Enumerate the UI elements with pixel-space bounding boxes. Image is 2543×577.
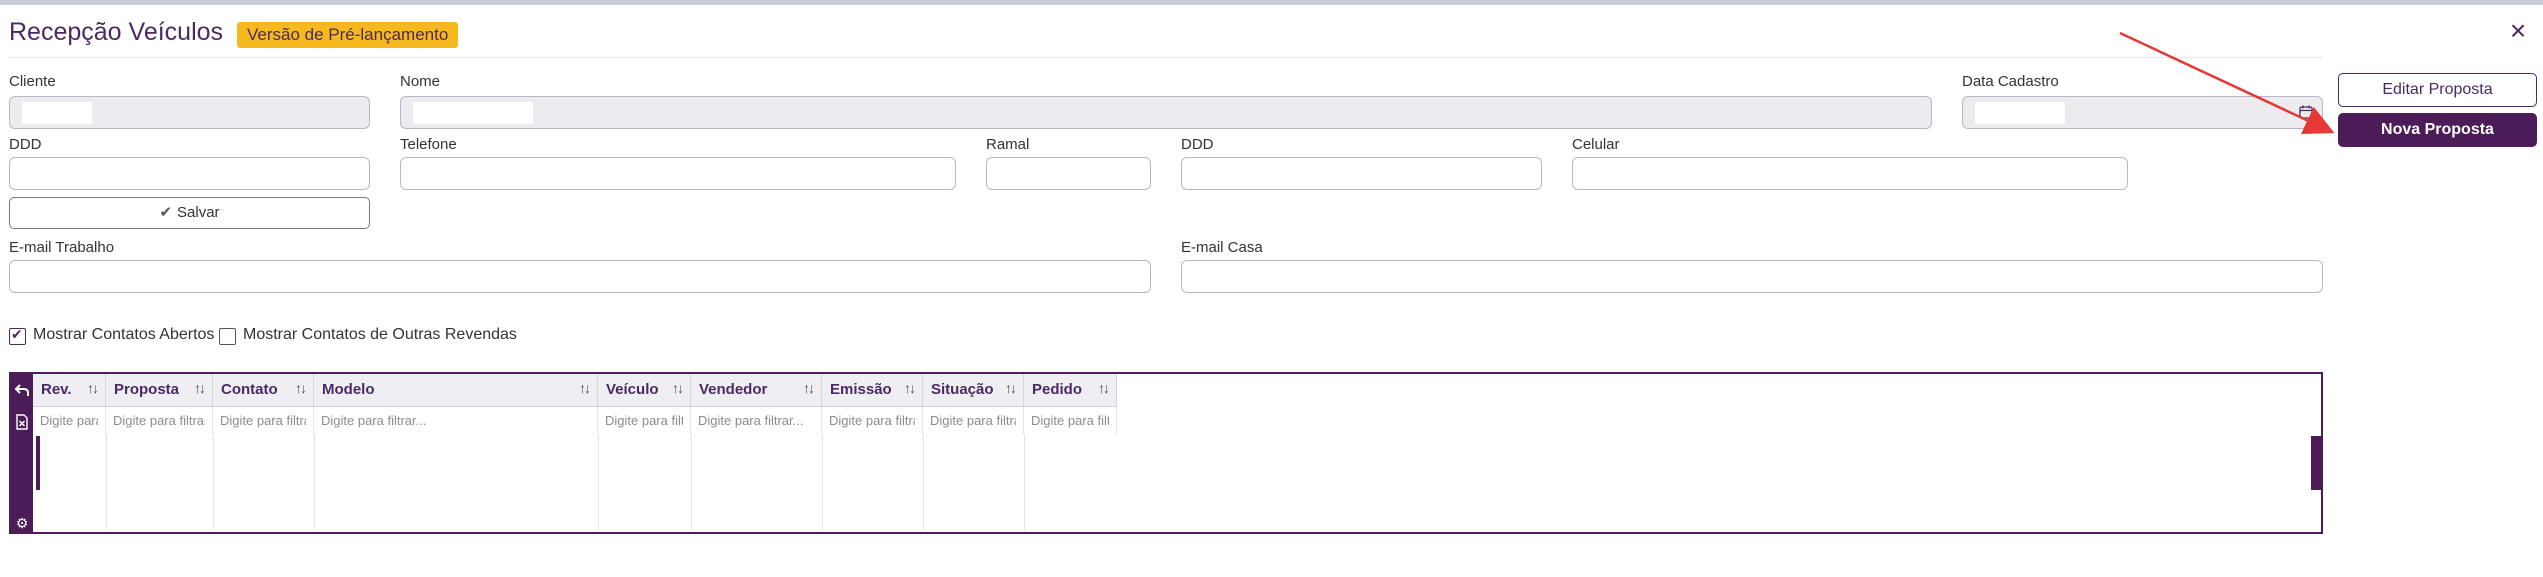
filter-emissao[interactable] — [822, 407, 923, 434]
mostrar-abertos-option[interactable]: Mostrar Contatos Abertos — [9, 326, 229, 348]
column-header-veiculo[interactable]: Veículo ↑↓ — [598, 374, 691, 407]
sort-icon[interactable]: ↑↓ — [87, 380, 99, 396]
sort-icon[interactable]: ↑↓ — [579, 380, 591, 396]
filter-modelo[interactable] — [314, 407, 598, 434]
cliente-label: Cliente — [9, 73, 56, 90]
column-header-emissao[interactable]: Emissão ↑↓ — [822, 374, 923, 407]
column-header-vendedor[interactable]: Vendedor ↑↓ — [691, 374, 822, 407]
close-icon[interactable]: × — [2503, 16, 2533, 46]
gear-icon[interactable]: ⚙ — [14, 515, 30, 531]
ramal-field[interactable] — [986, 157, 1151, 190]
grid-toolbar: ⚙ — [11, 374, 33, 532]
column-divider — [1024, 434, 1025, 530]
mostrar-outras-label: Mostrar Contatos de Outras Revendas — [243, 326, 517, 343]
undo-icon[interactable] — [14, 382, 30, 398]
sort-icon[interactable]: ↑↓ — [295, 380, 307, 396]
email-trabalho-field[interactable] — [9, 260, 1151, 293]
column-divider — [213, 434, 214, 530]
column-header-modelo[interactable]: Modelo ↑↓ — [314, 374, 598, 407]
filter-proposta[interactable] — [106, 407, 213, 434]
contacts-grid: ⚙ Rev. ↑↓ Proposta ↑↓ Contato ↑↓ Modelo ↑↓ V… — [9, 372, 2323, 534]
ddd-celular-field[interactable] — [1181, 157, 1542, 190]
column-header-situacao[interactable]: Situação ↑↓ — [923, 374, 1024, 407]
column-header-rev[interactable]: Rev. ↑↓ — [33, 374, 106, 407]
column-divider — [106, 434, 107, 530]
sort-icon[interactable]: ↑↓ — [1098, 380, 1110, 396]
mostrar-outras-option[interactable]: Mostrar Contatos de Outras Revendas — [219, 326, 519, 348]
mostrar-outras-checkbox[interactable] — [219, 328, 236, 345]
sort-icon[interactable]: ↑↓ — [194, 380, 206, 396]
column-divider — [691, 434, 692, 530]
sort-icon[interactable]: ↑↓ — [672, 380, 684, 396]
grid-vertical-scrollbar[interactable] — [2311, 436, 2321, 490]
filter-vendedor[interactable] — [691, 407, 822, 434]
email-casa-field[interactable] — [1181, 260, 2323, 293]
top-strip — [0, 0, 2543, 5]
grid-horizontal-scrollbar-left[interactable] — [36, 436, 40, 490]
salvar-button[interactable]: ✔ Salvar — [9, 197, 370, 229]
calendar-icon[interactable] — [2298, 104, 2314, 120]
nome-field[interactable] — [400, 96, 1932, 129]
column-divider — [923, 434, 924, 530]
filter-situacao[interactable] — [923, 407, 1024, 434]
filter-veiculo[interactable] — [598, 407, 691, 434]
email-trabalho-label: E-mail Trabalho — [9, 239, 115, 256]
celular-label: Celular — [1572, 136, 1620, 153]
column-header-contato[interactable]: Contato ↑↓ — [213, 374, 314, 407]
page-header: Recepção Veículos Versão de Pré-lançamen… — [0, 16, 2543, 58]
celular-field[interactable] — [1572, 157, 2128, 190]
cliente-field[interactable] — [9, 96, 370, 129]
redacted-value — [1975, 102, 2065, 124]
header-divider — [9, 57, 2323, 58]
ddd-field[interactable] — [9, 157, 370, 190]
salvar-label: Salvar — [177, 204, 220, 221]
redacted-value — [413, 102, 533, 124]
excel-export-icon[interactable] — [14, 414, 30, 430]
page-title: Recepção Veículos — [9, 18, 224, 46]
sort-icon[interactable]: ↑↓ — [1005, 380, 1017, 396]
column-divider — [822, 434, 823, 530]
redacted-value — [22, 102, 92, 124]
data-cadastro-label: Data Cadastro — [1962, 73, 2059, 90]
data-cadastro-field[interactable] — [1962, 96, 2323, 129]
ddd-celular-label: DDD — [1181, 136, 1214, 153]
column-header-proposta[interactable]: Proposta ↑↓ — [106, 374, 213, 407]
column-header-pedido[interactable]: Pedido ↑↓ — [1024, 374, 1117, 407]
column-divider — [598, 434, 599, 530]
email-casa-label: E-mail Casa — [1181, 239, 1263, 256]
filter-contato[interactable] — [213, 407, 314, 434]
column-divider — [314, 434, 315, 530]
nome-label: Nome — [400, 73, 441, 90]
filter-pedido[interactable] — [1024, 407, 1117, 434]
sort-icon[interactable]: ↑↓ — [803, 380, 815, 396]
mostrar-abertos-checkbox[interactable] — [9, 326, 26, 345]
check-icon: ✔ — [159, 204, 173, 221]
prerelease-badge: Versão de Pré-lançamento — [237, 22, 459, 48]
mostrar-abertos-label: Mostrar Contatos Abertos — [33, 326, 215, 343]
ddd-label: DDD — [9, 136, 42, 153]
telefone-field[interactable] — [400, 157, 956, 190]
editar-proposta-button[interactable]: Editar Proposta — [2338, 73, 2537, 107]
telefone-label: Telefone — [400, 136, 457, 153]
ramal-label: Ramal — [986, 136, 1030, 153]
sort-icon[interactable]: ↑↓ — [904, 380, 916, 396]
filter-rev[interactable] — [33, 407, 106, 434]
nova-proposta-button[interactable]: Nova Proposta — [2338, 113, 2537, 147]
